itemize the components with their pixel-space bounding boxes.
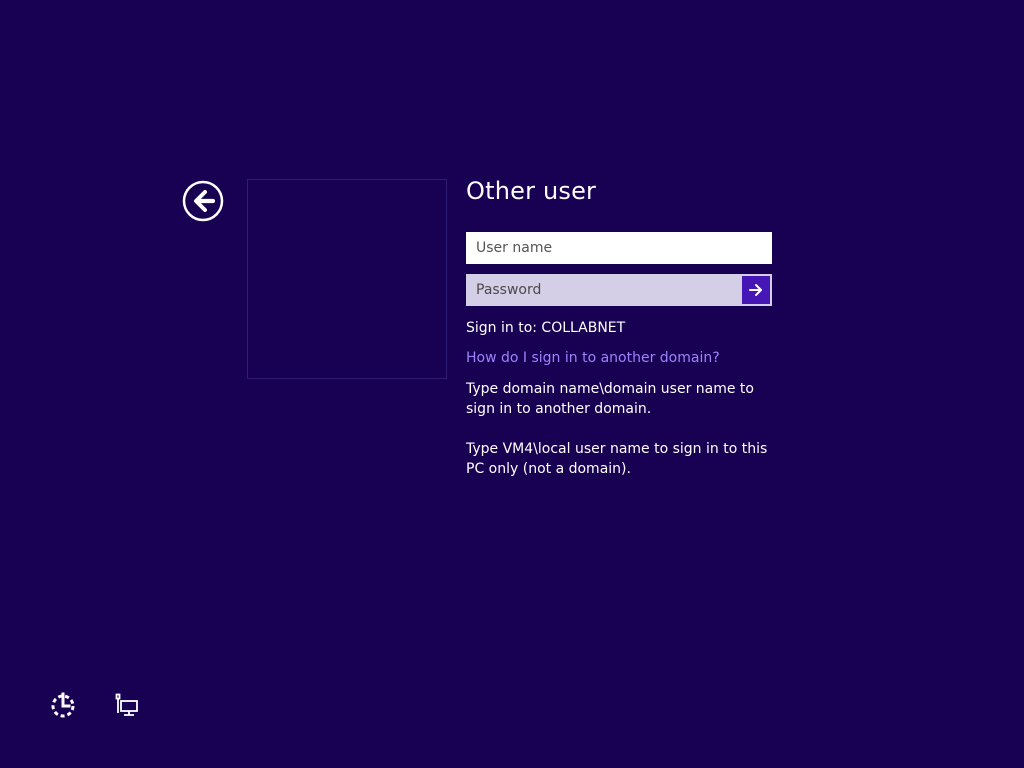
sign-in-panel: Other user Sign in to: COLLABNET How do … bbox=[466, 174, 796, 479]
another-domain-help-link[interactable]: How do I sign in to another domain? bbox=[466, 349, 720, 367]
user-tile bbox=[247, 179, 447, 379]
domain-help-text: Type domain name\domain user name to sig… bbox=[466, 381, 754, 417]
back-arrow-circle-icon bbox=[182, 180, 224, 222]
arrow-right-icon bbox=[749, 284, 762, 296]
ease-of-access-icon bbox=[51, 692, 75, 718]
password-input[interactable] bbox=[468, 276, 742, 304]
local-help-text: Type VM4\local user name to sign in to t… bbox=[466, 441, 768, 477]
username-input[interactable] bbox=[467, 233, 771, 263]
network-button[interactable] bbox=[112, 691, 142, 721]
page-title: Other user bbox=[466, 177, 597, 205]
submit-button[interactable] bbox=[742, 276, 770, 304]
sign-in-to-text: Sign in to: COLLABNET bbox=[466, 320, 626, 336]
password-field-container bbox=[466, 274, 772, 306]
ease-of-access-button[interactable] bbox=[48, 691, 78, 721]
back-button[interactable] bbox=[182, 180, 224, 222]
network-icon bbox=[115, 693, 138, 716]
username-field-container bbox=[466, 232, 772, 264]
